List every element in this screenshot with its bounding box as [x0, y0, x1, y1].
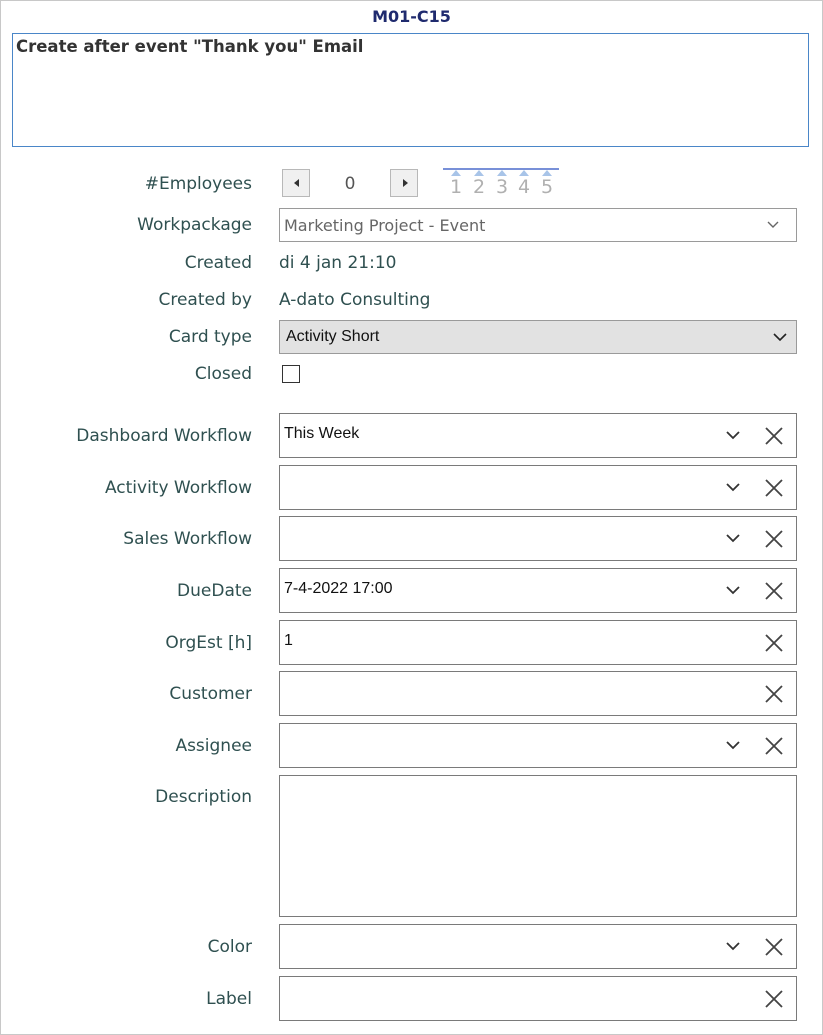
- chevron-down-icon[interactable]: [724, 937, 742, 955]
- card-type-select[interactable]: Activity Short: [279, 320, 797, 354]
- due-date-label: DueDate: [177, 581, 252, 601]
- rating-item-3[interactable]: 3: [491, 170, 513, 197]
- description-label: Description: [155, 787, 252, 807]
- employees-label: #Employees: [144, 174, 252, 194]
- activity-workflow-field[interactable]: [279, 465, 797, 510]
- workpackage-value: Marketing Project - Event: [284, 216, 486, 235]
- created-by-value: A-dato Consulting: [279, 290, 431, 310]
- sales-workflow-field[interactable]: [279, 516, 797, 561]
- created-by-label: Created by: [158, 290, 252, 310]
- color-label: Color: [207, 937, 252, 957]
- rating-item-5[interactable]: 5: [536, 170, 558, 197]
- due-date-value: 7-4-2022 17:00: [284, 580, 393, 597]
- closed-checkbox[interactable]: [282, 365, 300, 383]
- activity-workflow-label: Activity Workflow: [104, 478, 252, 498]
- customer-label: Customer: [169, 684, 252, 704]
- rating-item-4[interactable]: 4: [513, 170, 535, 197]
- chevron-down-icon[interactable]: [724, 581, 742, 599]
- close-icon[interactable]: [763, 425, 785, 447]
- card-type-label: Card type: [168, 327, 252, 347]
- org-est-label: OrgEst [h]: [165, 633, 252, 653]
- label-label: Label: [206, 989, 252, 1009]
- close-icon[interactable]: [763, 528, 785, 550]
- workpackage-label: Workpackage: [137, 215, 252, 235]
- close-icon[interactable]: [763, 580, 785, 602]
- closed-label: Closed: [194, 364, 252, 384]
- employees-increment-button[interactable]: [390, 169, 418, 197]
- assignee-label: Assignee: [175, 736, 252, 756]
- card-id: M01-C15: [372, 7, 451, 26]
- card-type-value: Activity Short: [286, 328, 380, 345]
- dashboard-workflow-field[interactable]: This Week: [279, 413, 797, 458]
- close-icon[interactable]: [763, 632, 785, 654]
- caret-left-icon: [294, 179, 299, 187]
- dashboard-workflow-value: This Week: [284, 425, 360, 442]
- created-label: Created: [184, 253, 252, 273]
- employees-decrement-button[interactable]: [282, 169, 310, 197]
- card-title-field[interactable]: Create after event "Thank you" Email: [12, 33, 809, 147]
- chevron-down-icon[interactable]: [724, 736, 742, 754]
- caret-right-icon: [403, 179, 408, 187]
- close-icon[interactable]: [763, 735, 785, 757]
- rating-item-2[interactable]: 2: [468, 170, 490, 197]
- employees-value: 0: [344, 174, 356, 194]
- customer-field[interactable]: [279, 671, 797, 716]
- workpackage-select[interactable]: Marketing Project - Event: [279, 208, 797, 242]
- chevron-down-icon: [767, 221, 779, 228]
- assignee-field[interactable]: [279, 723, 797, 768]
- color-field[interactable]: [279, 924, 797, 969]
- card-title-text: Create after event "Thank you" Email: [16, 37, 364, 56]
- sales-workflow-label: Sales Workflow: [123, 529, 252, 549]
- description-textarea[interactable]: [279, 775, 797, 917]
- chevron-down-icon[interactable]: [724, 426, 742, 444]
- org-est-value: 1: [284, 632, 293, 649]
- employees-rating[interactable]: 1 2 3 4 5: [443, 168, 559, 204]
- rating-item-1[interactable]: 1: [445, 170, 467, 197]
- dashboard-workflow-label: Dashboard Workflow: [76, 426, 252, 446]
- chevron-down-icon[interactable]: [724, 478, 742, 496]
- chevron-down-icon: [773, 333, 787, 342]
- chevron-down-icon[interactable]: [724, 529, 742, 547]
- close-icon[interactable]: [763, 988, 785, 1010]
- org-est-field[interactable]: 1: [279, 620, 797, 665]
- close-icon[interactable]: [763, 936, 785, 958]
- label-field[interactable]: [279, 976, 797, 1021]
- created-value: di 4 jan 21:10: [279, 253, 397, 273]
- due-date-field[interactable]: 7-4-2022 17:00: [279, 568, 797, 613]
- close-icon[interactable]: [763, 683, 785, 705]
- close-icon[interactable]: [763, 477, 785, 499]
